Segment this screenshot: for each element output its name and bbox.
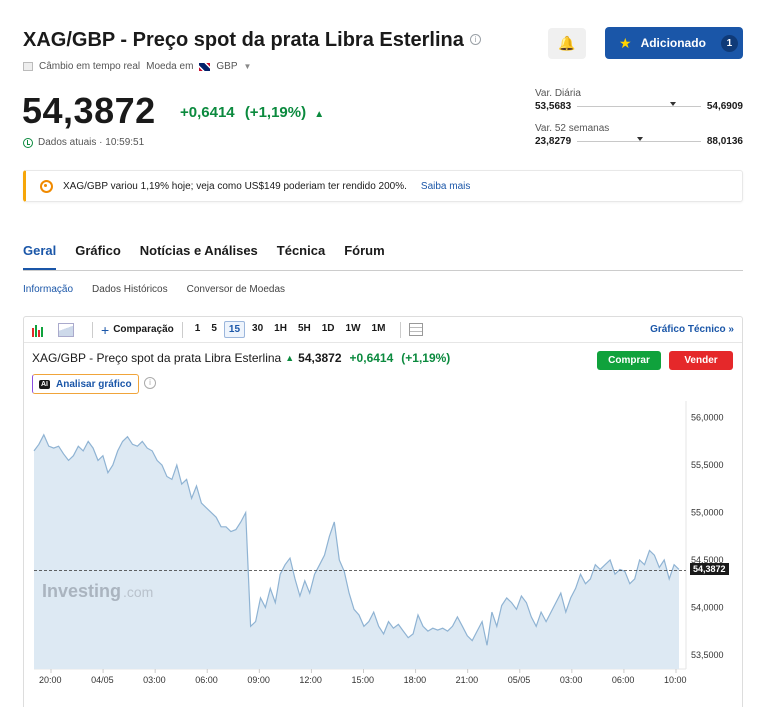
change-value: +0,6414 xyxy=(180,104,235,121)
tab-geral[interactable]: Geral xyxy=(23,243,57,270)
bell-plus-icon: 🔔 xyxy=(558,35,576,51)
currency-value[interactable]: GBP xyxy=(216,61,237,72)
data-time-text: Dados atuais · 10:59:51 xyxy=(38,137,145,148)
tab-grafico[interactable]: Gráfico xyxy=(75,243,121,270)
daily-range: Var. Diária 53,5683 54,6909 xyxy=(535,88,743,112)
subtab-informacao[interactable]: Informação xyxy=(23,284,73,295)
tab-forum[interactable]: Fórum xyxy=(344,243,384,270)
up-arrow-icon: ▲ xyxy=(314,109,325,120)
price-area xyxy=(34,434,679,669)
y-tick-label: 53,5000 xyxy=(691,650,724,660)
watchlist-count-badge: 1 xyxy=(720,34,738,52)
x-tick-label: 21:00 xyxy=(456,675,479,685)
daily-range-bar xyxy=(577,102,701,107)
data-timestamp: Dados atuais · 10:59:51 xyxy=(23,137,144,148)
clock-icon xyxy=(23,137,33,148)
investing-watermark-suffix: .com xyxy=(123,584,153,600)
x-tick-label: 03:00 xyxy=(560,675,583,685)
banner-text: XAG/GBP variou 1,19% hoje; veja como US$… xyxy=(63,180,407,192)
x-tick-label: 15:00 xyxy=(352,675,375,685)
target-icon xyxy=(40,179,53,193)
week52-low: 23,8279 xyxy=(535,136,572,147)
x-tick-label: 04/05 xyxy=(91,675,114,685)
chart-panel: + Comparação 1 5 15 30 1H 5H 1D 1W 1M Gráfico Téc… xyxy=(23,316,743,707)
daily-high: 54,6909 xyxy=(706,101,743,112)
x-tick-label: 18:00 xyxy=(404,675,427,685)
y-tick-label: 55,5000 xyxy=(691,460,724,470)
daily-range-marker xyxy=(669,102,676,106)
last-price-tag: 54,3872 xyxy=(690,563,729,575)
x-tick-label: 03:00 xyxy=(143,675,166,685)
chevron-down-icon[interactable]: ▼ xyxy=(244,62,252,71)
week52-range: Var. 52 semanas 23,8279 88,0136 xyxy=(535,123,743,147)
last-price: 54,3872 xyxy=(22,90,156,131)
y-tick-label: 56,0000 xyxy=(691,413,724,423)
watchlist-added-button[interactable]: ★ Adicionado 1 xyxy=(605,27,743,59)
week52-range-marker xyxy=(636,137,643,141)
price-change: +0,6414 (+1,19%) ▲ xyxy=(180,104,324,121)
week52-high: 88,0136 xyxy=(706,136,743,147)
info-icon[interactable]: i xyxy=(469,34,481,45)
x-tick-label: 20:00 xyxy=(39,675,62,685)
learn-more-link[interactable]: Saiba mais xyxy=(421,181,470,192)
quote-meta: Câmbio em tempo real Moeda em GBP ▼ xyxy=(23,61,251,72)
x-tick-label: 12:00 xyxy=(299,675,322,685)
x-tick-label: 06:00 xyxy=(612,675,635,685)
x-tick-label: 05/05 xyxy=(508,675,531,685)
main-tabs: Geral Gráfico Notícias e Análises Técnic… xyxy=(23,243,743,271)
daily-range-label: Var. Diária xyxy=(535,88,581,99)
week52-range-bar xyxy=(577,137,701,142)
exchange-icon xyxy=(23,62,33,71)
y-tick-label: 54,0000 xyxy=(691,602,724,612)
x-tick-label: 10:00 xyxy=(664,675,687,685)
uk-flag-icon xyxy=(199,62,211,71)
promo-banner: XAG/GBP variou 1,19% hoje; veja como US$… xyxy=(23,170,743,202)
page-title: XAG/GBP - Preço spot da prata Libra Este… xyxy=(23,29,481,52)
realtime-label: Câmbio em tempo real xyxy=(39,61,141,72)
sub-tabs: Informação Dados Históricos Conversor de… xyxy=(23,284,285,295)
investing-watermark: Investing xyxy=(42,581,121,601)
y-tick-label: 55,0000 xyxy=(691,508,724,518)
change-percent: (+1,19%) xyxy=(244,104,307,121)
star-icon: ★ xyxy=(619,34,632,51)
alert-button[interactable]: 🔔 xyxy=(548,28,586,59)
subtab-conversor[interactable]: Conversor de Moedas xyxy=(187,284,285,295)
added-label: Adicionado xyxy=(640,36,706,50)
x-tick-label: 06:00 xyxy=(195,675,218,685)
tab-noticias[interactable]: Notícias e Análises xyxy=(140,243,258,270)
price-chart[interactable]: Investing .com56,000055,500055,000054,500… xyxy=(24,317,742,707)
daily-low: 53,5683 xyxy=(535,101,572,112)
week52-range-label: Var. 52 semanas xyxy=(535,123,610,134)
currency-label: Moeda em xyxy=(146,61,194,72)
tab-tecnica[interactable]: Técnica xyxy=(277,243,325,270)
x-tick-label: 09:00 xyxy=(247,675,270,685)
subtab-dados-historicos[interactable]: Dados Históricos xyxy=(92,284,168,295)
